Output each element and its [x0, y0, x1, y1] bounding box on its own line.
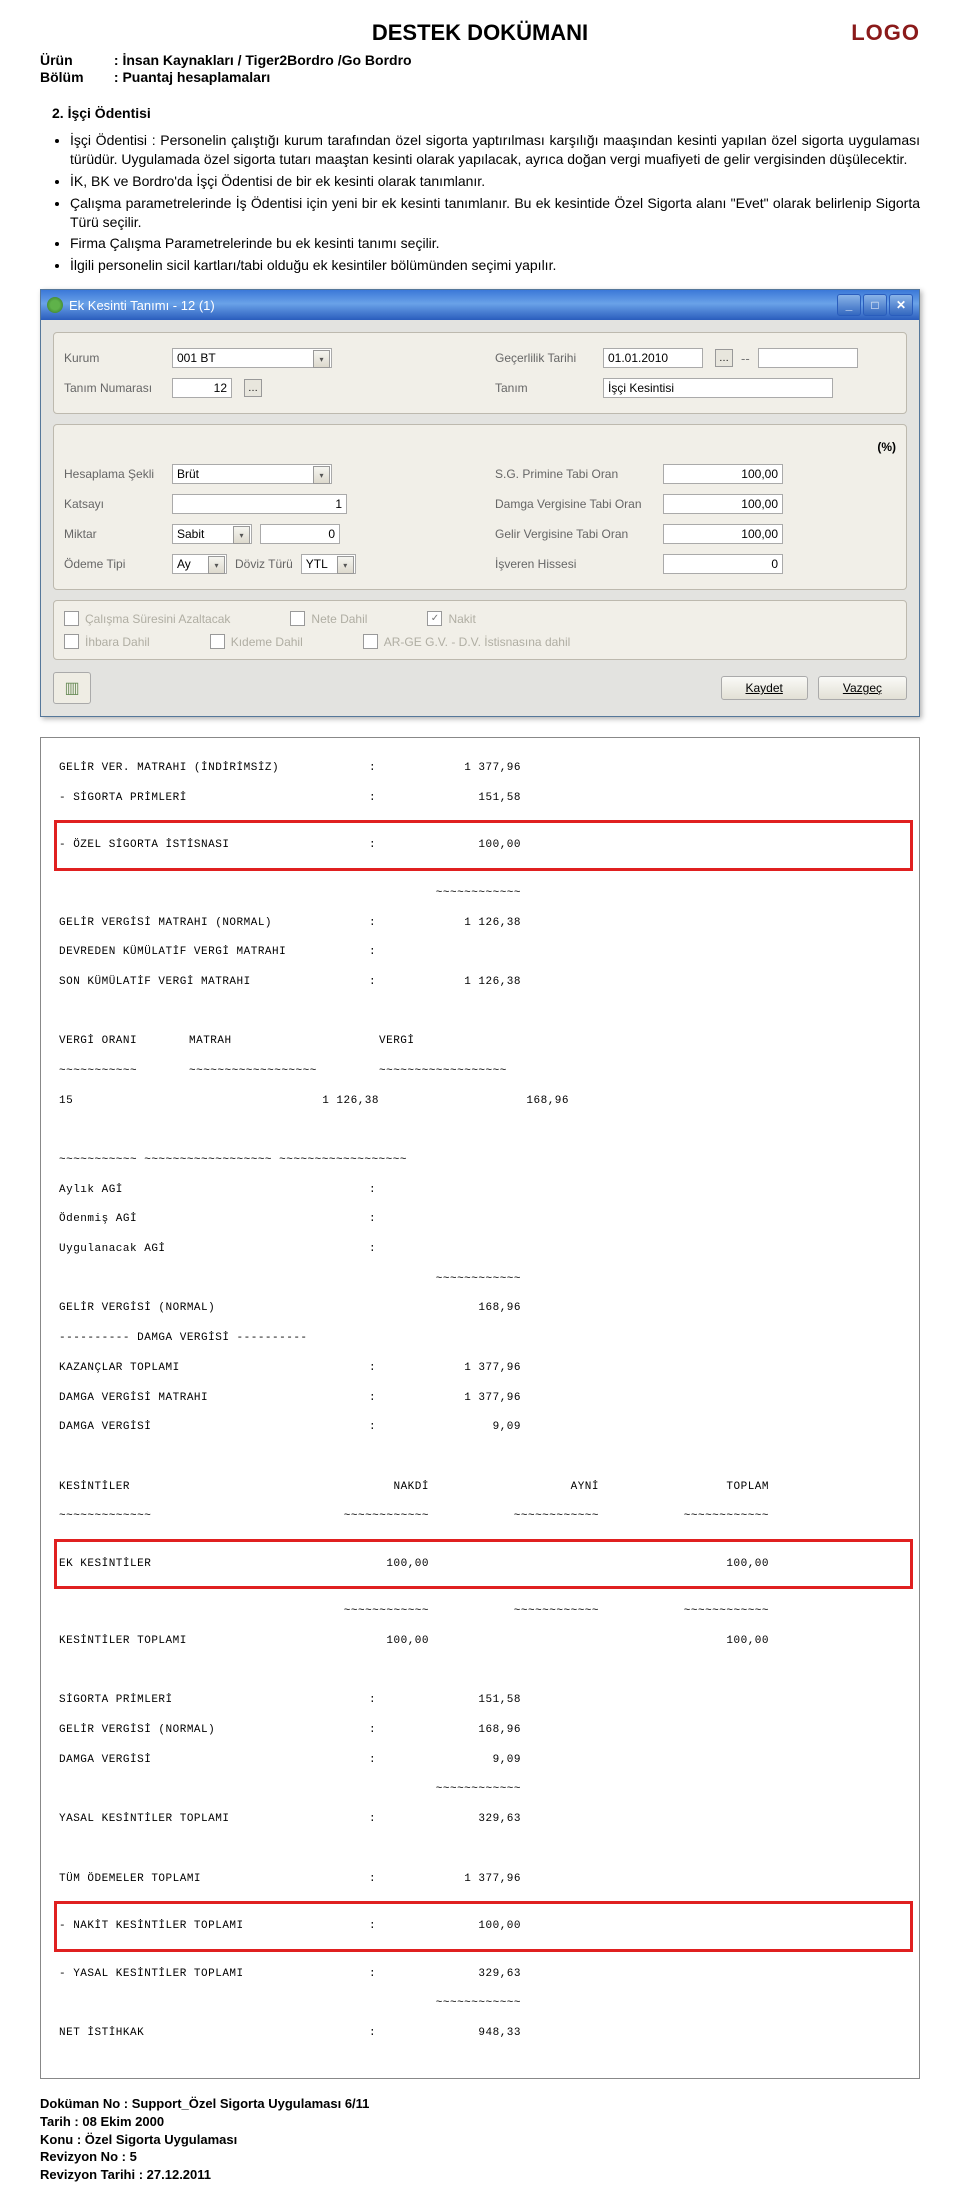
maximize-icon[interactable]: □: [863, 294, 887, 316]
dialog-window: Ek Kesinti Tanımı - 12 (1) _ □ ✕ Kurum ▾: [40, 289, 920, 717]
footer-docno: Doküman No : Support_Özel Sigorta Uygula…: [40, 2095, 920, 2113]
hesaplama-field[interactable]: [172, 464, 332, 484]
highlight-ek-kesintiler: EK KESİNTİLER100,00100,00: [54, 1539, 913, 1590]
kurum-field[interactable]: [172, 348, 332, 368]
tanim-label: Tanım: [495, 381, 595, 395]
gecerlilik-field[interactable]: [603, 348, 703, 368]
damga-field[interactable]: [663, 494, 783, 514]
bullet-list: İşçi Ödentisi : Personelin çalıştığı kur…: [70, 131, 920, 275]
katsayi-label: Katsayı: [64, 497, 164, 511]
bullet-item: İşçi Ödentisi : Personelin çalıştığı kur…: [70, 131, 920, 169]
doc-title: DESTEK DOKÜMANI: [40, 20, 920, 46]
calisma-suresi-label: Çalışma Süresini Azaltacak: [85, 612, 230, 626]
bolum-label: Bölüm: [40, 69, 110, 85]
gelir-label: Gelir Vergisine Tabi Oran: [495, 527, 655, 541]
nete-label: Nete Dahil: [311, 612, 367, 626]
close-icon[interactable]: ✕: [889, 294, 913, 316]
miktar-label: Miktar: [64, 527, 164, 541]
ihbara-label: İhbara Dahil: [85, 635, 150, 649]
kurum-label: Kurum: [64, 351, 164, 365]
ihbara-checkbox[interactable]: İhbara Dahil: [64, 634, 150, 649]
list-icon-button[interactable]: ▥: [53, 672, 91, 704]
kideme-label: Kıdeme Dahil: [231, 635, 303, 649]
r-l: GELİR VER. MATRAHI (İNDİRİMSİZ): [59, 761, 369, 776]
hesaplama-label: Hesaplama Şekli: [64, 467, 164, 481]
footer-konu: Konu : Özel Sigorta Uygulaması: [40, 2131, 920, 2149]
cancel-button[interactable]: Vazgeç: [818, 676, 907, 700]
footer-tarih: Tarih : 08 Ekim 2000: [40, 2113, 920, 2131]
titlebar: Ek Kesinti Tanımı - 12 (1) _ □ ✕: [41, 290, 919, 320]
app-icon: [47, 297, 63, 313]
chevron-down-icon[interactable]: ▾: [313, 350, 330, 368]
bullet-item: İK, BK ve Bordro'da İşçi Ödentisi de bir…: [70, 172, 920, 191]
bolum-value: : Puantaj hesaplamaları: [114, 69, 270, 85]
katsayi-field[interactable]: [172, 494, 347, 514]
lookup-icon[interactable]: …: [244, 379, 262, 397]
damga-label: Damga Vergisine Tabi Oran: [495, 497, 655, 511]
odeme-label: Ödeme Tipi: [64, 557, 164, 571]
logo: LOGO: [851, 20, 920, 46]
nete-checkbox[interactable]: Nete Dahil: [290, 611, 367, 626]
urun-label: Ürün: [40, 52, 110, 68]
chevron-down-icon[interactable]: ▾: [313, 466, 330, 484]
kideme-checkbox[interactable]: Kıdeme Dahil: [210, 634, 303, 649]
sgprim-label: S.G. Primine Tabi Oran: [495, 467, 655, 481]
page-footer: Doküman No : Support_Özel Sigorta Uygula…: [40, 2095, 920, 2183]
isveren-field[interactable]: [663, 554, 783, 574]
tanimno-label: Tanım Numarası: [64, 381, 164, 395]
percent-label: (%): [877, 440, 896, 454]
isveren-label: İşveren Hissesi: [495, 557, 655, 571]
tanim-field[interactable]: [603, 378, 833, 398]
tanimno-field[interactable]: [172, 378, 232, 398]
arge-checkbox[interactable]: AR-GE G.V. - D.V. İstisnasına dahil: [363, 634, 571, 649]
sgprim-field[interactable]: [663, 464, 783, 484]
save-button[interactable]: Kaydet: [721, 676, 808, 700]
highlight-ozel-sigorta: - ÖZEL SİGORTA İSTİSNASI:100,00: [54, 820, 913, 871]
gelir-field[interactable]: [663, 524, 783, 544]
urun-value: : İnsan Kaynakları / Tiger2Bordro /Go Bo…: [114, 52, 412, 68]
bullet-item: Firma Çalışma Parametrelerinde bu ek kes…: [70, 234, 920, 253]
date-dash: --: [741, 351, 750, 366]
bullet-item: Çalışma parametrelerinde İş Ödentisi içi…: [70, 194, 920, 232]
miktar-val-field[interactable]: [260, 524, 340, 544]
gecerlilik-end-field[interactable]: [758, 348, 858, 368]
date-picker-icon[interactable]: …: [715, 349, 733, 367]
gecerlilik-label: Geçerlilik Tarihi: [495, 351, 595, 365]
bullet-item: İlgili personelin sicil kartları/tabi ol…: [70, 256, 920, 275]
window-title: Ek Kesinti Tanımı - 12 (1): [69, 298, 837, 313]
nakit-checkbox[interactable]: ✓Nakit: [427, 611, 475, 626]
nakit-label: Nakit: [448, 612, 475, 626]
payroll-report: GELİR VER. MATRAHI (İNDİRİMSİZ):1 377,96…: [40, 737, 920, 2079]
arge-label: AR-GE G.V. - D.V. İstisnasına dahil: [384, 635, 571, 649]
minimize-icon[interactable]: _: [837, 294, 861, 316]
highlight-nakit-kesintiler: - NAKİT KESİNTİLER TOPLAMI:100,00: [54, 1901, 913, 1952]
calisma-suresi-checkbox[interactable]: Çalışma Süresini Azaltacak: [64, 611, 230, 626]
footer-revno: Revizyon No : 5: [40, 2148, 920, 2166]
chevron-down-icon[interactable]: ▾: [337, 556, 354, 574]
chevron-down-icon[interactable]: ▾: [233, 526, 250, 544]
doviz-label: Döviz Türü: [235, 557, 293, 571]
section-heading: 2. İşçi Ödentisi: [52, 105, 920, 121]
chevron-down-icon[interactable]: ▾: [208, 556, 225, 574]
footer-revtarih: Revizyon Tarihi : 27.12.2011: [40, 2166, 920, 2184]
